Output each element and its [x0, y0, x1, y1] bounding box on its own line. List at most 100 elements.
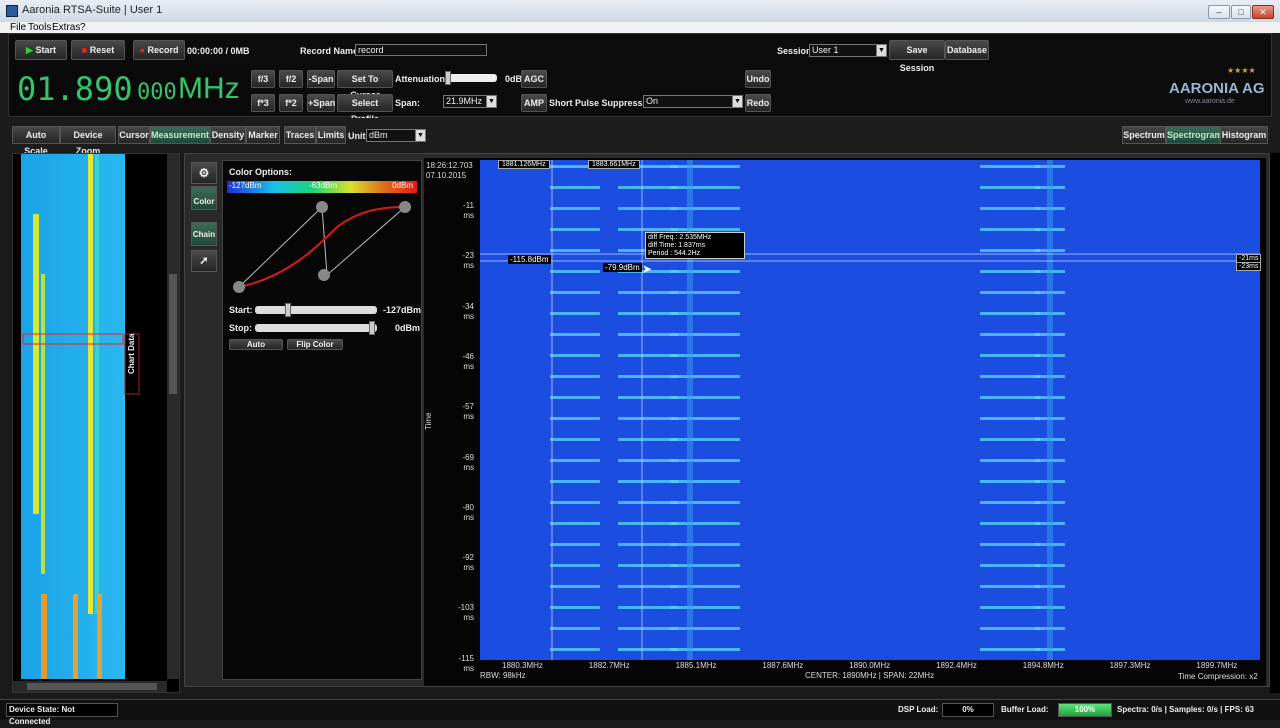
chain-button[interactable]: Chain: [191, 222, 217, 246]
freq-div2-button[interactable]: f/2: [279, 70, 303, 88]
signal-burst: [550, 186, 600, 189]
signal-column: [1047, 160, 1053, 660]
signal-burst: [980, 249, 1040, 252]
record-button[interactable]: ● Record: [133, 40, 185, 60]
freq-mul3-button[interactable]: f*3: [251, 94, 275, 112]
pin-icon[interactable]: ➚: [191, 250, 217, 272]
tab-spectrum[interactable]: Spectrum: [1122, 126, 1166, 144]
signal-burst: [550, 585, 600, 588]
signal-burst: [670, 501, 740, 504]
frequency-display[interactable]: 01.890 000 MHz: [13, 64, 249, 114]
auto-scale-button[interactable]: Auto Scale: [12, 126, 60, 156]
chevron-down-icon: ▼: [415, 130, 425, 141]
overview-spectrogram[interactable]: [13, 154, 181, 694]
auto-button[interactable]: Auto: [229, 339, 283, 350]
save-session-button[interactable]: Save Session: [889, 40, 945, 73]
y-tick-unit: ms: [463, 613, 474, 623]
tab-histogram[interactable]: Histogram: [1220, 126, 1268, 144]
y-tick-unit: ms: [463, 563, 474, 573]
device-zoom-button[interactable]: Device Zoom: [60, 126, 116, 156]
tab-density[interactable]: Density: [210, 126, 246, 144]
signal-burst: [980, 375, 1040, 378]
right-scrollbar[interactable]: [1270, 153, 1280, 693]
signal-burst: [670, 375, 740, 378]
reset-button[interactable]: ■ Reset: [71, 40, 125, 60]
overview-panel[interactable]: Chart Data: [12, 153, 180, 693]
close-icon[interactable]: ✕: [1252, 5, 1274, 19]
color-curve-editor[interactable]: [227, 197, 417, 297]
signal-burst: [550, 438, 600, 441]
freq-div3-button[interactable]: f/3: [251, 70, 275, 88]
y-tick-label: -69: [462, 452, 474, 462]
set-to-cursor-button[interactable]: Set To Cursor: [337, 70, 393, 100]
minus-span-button[interactable]: -Span: [307, 70, 335, 88]
tab-cursor[interactable]: Cursor: [118, 126, 150, 144]
redo-button[interactable]: Redo: [745, 94, 771, 112]
gear-icon[interactable]: ⚙: [191, 162, 217, 184]
spectrogram-canvas[interactable]: [480, 160, 1260, 660]
signal-burst: [980, 438, 1040, 441]
attenuation-slider[interactable]: [445, 71, 497, 85]
menu-tools[interactable]: Tools: [28, 22, 51, 33]
start-button[interactable]: ▶ Start: [15, 40, 67, 60]
signal-burst: [550, 207, 600, 210]
signal-burst: [670, 522, 740, 525]
span-select[interactable]: 21.9MHz ▼: [443, 95, 497, 108]
gradient-low-label: -127dBm: [229, 181, 262, 190]
tab-spectrogram[interactable]: Spectrogram: [1166, 126, 1223, 144]
database-button[interactable]: Database: [945, 40, 989, 60]
menu-help[interactable]: ?: [80, 22, 86, 33]
signal-burst: [618, 417, 678, 420]
minimize-icon[interactable]: –: [1208, 5, 1230, 19]
signal-burst: [670, 270, 740, 273]
color-button[interactable]: Color: [191, 186, 217, 210]
y-tick-label: -57: [462, 402, 474, 412]
signal-burst: [980, 396, 1040, 399]
stop-value: 0dBm: [395, 323, 421, 333]
undo-button[interactable]: Undo: [745, 70, 771, 88]
record-name-input[interactable]: record: [355, 44, 487, 56]
y-tick-unit: ms: [463, 361, 474, 371]
signal-burst: [618, 354, 678, 357]
stop-slider[interactable]: [255, 321, 377, 335]
amp-button[interactable]: AMP: [521, 94, 547, 112]
session-select[interactable]: User 1 ▼: [809, 44, 887, 57]
signal-burst: [550, 606, 600, 609]
x-tick-label: 1885.1MHz: [675, 661, 717, 670]
x-tick-label: 1892.4MHz: [936, 661, 977, 670]
signal-burst: [550, 333, 600, 336]
signal-burst: [980, 480, 1040, 483]
agc-button[interactable]: AGC: [521, 70, 547, 88]
measurement-tooltip: diff Freq.: 2.535MHz diff Time: 1.837ms …: [645, 232, 745, 259]
plus-span-button[interactable]: +Span: [307, 94, 335, 112]
signal-burst: [618, 648, 678, 651]
tab-measurement[interactable]: Measurement: [150, 126, 210, 144]
unit-select[interactable]: dBm ▼: [366, 129, 426, 142]
timestamp: 18:26:12.703: [426, 161, 473, 170]
time-compression-label: Time Compression: x2: [1178, 672, 1258, 681]
menu-file[interactable]: File: [10, 22, 26, 33]
signal-burst: [980, 543, 1040, 546]
start-slider[interactable]: [255, 303, 377, 317]
signal-burst: [670, 228, 740, 231]
color-gradient-bar[interactable]: -127dBm -63dBm 0dBm: [227, 181, 417, 193]
signal-burst: [670, 627, 740, 630]
signal-burst: [670, 207, 740, 210]
x-tick-label: 1882.7MHz: [588, 661, 630, 670]
chart-data-tab[interactable]: Chart Data: [127, 334, 136, 374]
main-toolbar: ▶ Start ■ Reset ● Record 00:00:00 / 0MB …: [8, 33, 1272, 124]
flip-color-button[interactable]: Flip Color: [287, 339, 343, 350]
menu-extras[interactable]: Extras: [52, 22, 80, 33]
maximize-icon[interactable]: □: [1231, 5, 1251, 19]
tab-marker[interactable]: Marker: [246, 126, 280, 144]
tab-traces[interactable]: Traces: [284, 126, 316, 144]
freq-mul2-button[interactable]: f*2: [279, 94, 303, 112]
y-tick-unit: ms: [463, 311, 474, 321]
short-pulse-select[interactable]: On ▼: [643, 95, 743, 108]
select-profile-button[interactable]: Select Profile: [337, 94, 393, 124]
tab-limits[interactable]: Limits: [316, 126, 346, 144]
slider-handle[interactable]: [445, 71, 451, 85]
slider-handle[interactable]: [369, 321, 375, 335]
signal-burst: [980, 522, 1040, 525]
slider-handle[interactable]: [285, 303, 291, 317]
